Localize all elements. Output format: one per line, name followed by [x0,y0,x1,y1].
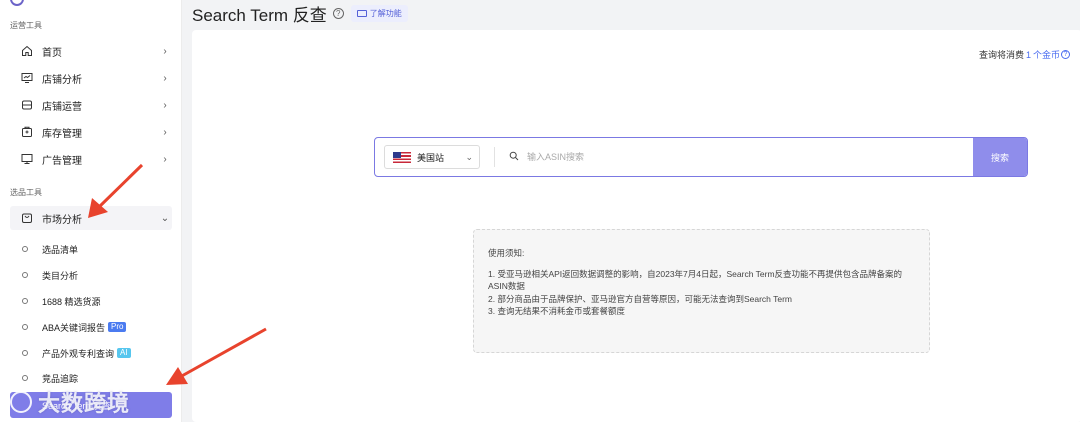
usage-notice: 使用须知: 1. 受亚马逊相关API返回数据调整的影响，自2023年7月4日起，… [473,229,930,353]
main-panel: 查询将消费 1 个金币 ? 美国站 ⌄ 搜索 使用须知: 1. 受亚马逊相关AP… [192,30,1080,422]
cost-number: 1 [1025,49,1031,60]
sidebar-subitem-label: 1688 精选货源 [42,296,101,307]
inventory-icon [19,124,35,140]
sidebar: 运营工具 首页 › 店铺分析 › 店铺运营 › 库存管理 › 广告管理 › 选品… [0,0,182,422]
pro-badge: Pro [108,322,127,332]
bullet-icon [22,246,28,252]
store-icon [19,97,35,113]
site-select[interactable]: 美国站 ⌄ [384,145,480,169]
section-title-operations: 运营工具 [10,21,42,30]
video-icon [356,9,367,17]
chevron-right-icon: › [163,72,167,84]
watermark-logo: 大数跨境 [10,386,130,418]
learn-feature-label: 了解功能 [369,8,402,18]
cost-info: 查询将消费 1 个金币 ? [979,48,1070,61]
search-bar: 美国站 ⌄ 搜索 [374,137,1028,177]
ai-badge: AI [117,348,131,358]
monitor-icon [19,151,35,167]
bullet-icon [22,324,28,330]
notice-title: 使用须知: [488,248,525,258]
bullet-icon [22,375,28,381]
bullet-icon [22,272,28,278]
sidebar-subitem-category-analysis[interactable]: 类目分析 [10,264,172,286]
notice-line: 2. 部分商品由于品牌保护、亚马逊官方自营等原因，可能无法查询到Search T… [488,293,792,304]
sidebar-item-store-operations[interactable]: 店铺运营 › [10,93,172,117]
sidebar-subitem-label: 竞品追踪 [42,373,79,384]
logo-icon [10,0,24,6]
home-icon [19,43,35,59]
sidebar-subitem-selection-list[interactable]: 选品清单 [10,238,172,260]
bullet-icon [22,350,28,356]
chevron-right-icon: › [163,99,167,111]
sidebar-subitem-1688-sources[interactable]: 1688 精选货源 [10,290,172,312]
notice-line: 3. 查询无结果不消耗金币或套餐额度 [488,306,625,316]
sidebar-item-label: 广告管理 [42,155,82,167]
search-button[interactable]: 搜索 [973,138,1027,176]
search-icon [509,148,519,166]
section-title-selection: 选品工具 [10,188,42,197]
chevron-down-icon: ⌄ [160,212,170,224]
sidebar-item-market-analysis[interactable]: 市场分析 ⌄ [10,206,172,230]
sidebar-item-ads[interactable]: 广告管理 › [10,147,172,171]
watermark-text: 大数跨境 [38,391,131,416]
chevron-right-icon: › [163,45,167,57]
sidebar-item-label: 市场分析 [42,214,82,226]
us-flag-icon [393,151,411,163]
bag-icon [19,210,35,226]
notice-line: 1. 受亚马逊相关API返回数据调整的影响，自2023年7月4日起，Search… [488,268,903,292]
search-input-wrapper [495,138,973,176]
sidebar-subitem-label: ABA关键词报告 [42,322,106,333]
chevron-right-icon: › [163,153,167,165]
sidebar-subitem-label: 类目分析 [42,270,79,281]
chevron-down-icon: ⌄ [465,151,473,162]
sidebar-subitem-aba-report[interactable]: ABA关键词报告 Pro [10,316,172,338]
cost-unit[interactable]: 个金币 [1033,48,1060,61]
site-select-value: 美国站 [417,152,445,163]
bullet-icon [22,298,28,304]
sidebar-item-label: 库存管理 [42,128,82,140]
sidebar-subitem-label: 选品清单 [42,244,79,255]
cost-prefix: 查询将消费 [978,50,1024,60]
help-icon[interactable]: ? [1061,50,1070,59]
sidebar-item-label: 店铺分析 [42,74,82,86]
chart-monitor-icon [19,70,35,86]
help-icon[interactable]: ? [332,7,344,19]
page-title: Search Term 反查 [192,5,327,25]
page-header: Search Term 反查 ? 了解功能 [182,0,1080,26]
sidebar-item-label: 店铺运营 [42,101,82,113]
sidebar-item-inventory[interactable]: 库存管理 › [10,120,172,144]
sidebar-item-label: 首页 [42,47,62,59]
asin-search-input[interactable] [527,152,827,162]
brand-logo-icon [10,391,32,413]
sidebar-item-home[interactable]: 首页 › [10,39,172,63]
chevron-right-icon: › [163,126,167,138]
sidebar-item-store-analysis[interactable]: 店铺分析 › [10,66,172,90]
sidebar-subitem-label: 产品外观专利查询 [42,348,115,359]
sidebar-subitem-patent-query[interactable]: 产品外观专利查询 AI [10,342,172,364]
learn-feature-button[interactable]: 了解功能 [350,4,408,22]
